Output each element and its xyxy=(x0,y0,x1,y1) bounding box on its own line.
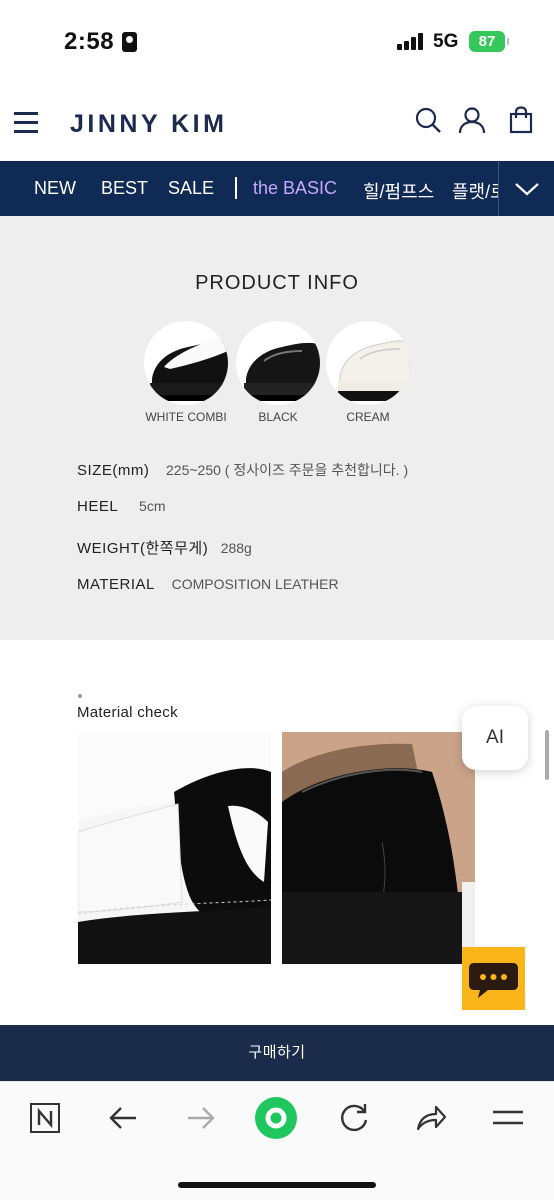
signal-icon xyxy=(397,33,425,50)
ai-assistant-button[interactable]: AI xyxy=(462,706,528,770)
forward-arrow-icon[interactable] xyxy=(184,1101,218,1135)
spec-value: 5cm xyxy=(139,498,166,514)
spec-label: WEIGHT(한쪽무게) xyxy=(77,540,209,557)
spec-label: MATERIAL xyxy=(77,576,155,593)
nav-expand-button[interactable] xyxy=(498,161,554,216)
spec-row-material: MATERIAL COMPOSITION LEATHER xyxy=(77,576,339,593)
share-icon[interactable] xyxy=(414,1101,448,1135)
chevron-down-icon xyxy=(515,183,539,196)
product-info-section: PRODUCT INFO WHITE COMBI BLACK CREAM SIZ… xyxy=(0,216,554,640)
nav-item-best[interactable]: BEST xyxy=(101,178,148,199)
spec-label: SIZE(mm) xyxy=(77,462,150,479)
color-label-white-combi: WHITE COMBI xyxy=(145,410,227,424)
product-info-title: PRODUCT INFO xyxy=(195,272,359,294)
green-dot-search-icon[interactable] xyxy=(255,1097,297,1139)
hamburger-menu-icon[interactable] xyxy=(14,112,38,133)
back-arrow-icon[interactable] xyxy=(106,1101,140,1135)
nav-item-new[interactable]: NEW xyxy=(34,178,76,199)
contact-card-icon xyxy=(122,32,137,52)
status-bar: 2:58 5G 87 xyxy=(0,0,554,80)
material-check-title: Material check xyxy=(77,704,178,721)
user-account-icon[interactable] xyxy=(458,106,486,134)
menu-icon[interactable] xyxy=(491,1101,525,1135)
battery-icon: 87 xyxy=(469,31,509,52)
chat-bubble-icon xyxy=(469,963,518,998)
browser-toolbar xyxy=(0,1081,554,1200)
spec-value: 288g xyxy=(220,540,252,556)
battery-level: 87 xyxy=(478,33,496,50)
spec-row-heel: HEEL 5cm xyxy=(77,498,165,515)
nav-item-heels-pumps[interactable]: 힐/펌프스 xyxy=(363,178,434,204)
nav-item-sale[interactable]: SALE xyxy=(168,178,214,199)
material-photo-black xyxy=(282,732,475,964)
spec-label: HEEL xyxy=(77,498,119,515)
search-icon[interactable] xyxy=(414,106,442,134)
buy-button[interactable]: 구매하기 xyxy=(0,1025,554,1081)
chat-button[interactable] xyxy=(462,947,525,1010)
status-time: 2:58 xyxy=(64,28,115,55)
home-indicator[interactable] xyxy=(178,1182,376,1188)
color-swatch-black[interactable] xyxy=(236,321,320,405)
bullet-dot xyxy=(78,694,82,698)
color-label-cream: CREAM xyxy=(346,410,390,424)
material-photo-white-combi xyxy=(78,732,271,964)
color-swatch-cream[interactable] xyxy=(326,321,410,405)
spec-row-size: SIZE(mm) 225~250 ( 정사이즈 주문을 추천합니다. ) xyxy=(77,460,408,480)
color-label-black: BLACK xyxy=(258,410,298,424)
naver-home-icon[interactable] xyxy=(28,1101,62,1135)
nav-item-the-basic[interactable]: the BASIC xyxy=(253,178,337,199)
spec-row-weight: WEIGHT(한쪽무게) 288g xyxy=(77,537,252,558)
refresh-icon[interactable] xyxy=(337,1101,371,1135)
shopping-bag-icon[interactable] xyxy=(508,106,536,134)
category-nav: NEW BEST SALE the BASIC 힐/펌프스 플랫/로 xyxy=(0,161,554,216)
color-swatch-white-combi[interactable] xyxy=(144,321,228,405)
site-header: JINNY KIM xyxy=(0,80,554,161)
spec-value: COMPOSITION LEATHER xyxy=(171,576,339,592)
brand-logo[interactable]: JINNY KIM xyxy=(70,110,227,139)
scrollbar-thumb[interactable] xyxy=(545,730,549,780)
nav-divider xyxy=(235,177,237,199)
network-type: 5G xyxy=(433,31,459,52)
spec-value: 225~250 ( 정사이즈 주문을 추천합니다. ) xyxy=(166,462,409,478)
material-check-section: Material check AI xyxy=(0,640,554,1025)
